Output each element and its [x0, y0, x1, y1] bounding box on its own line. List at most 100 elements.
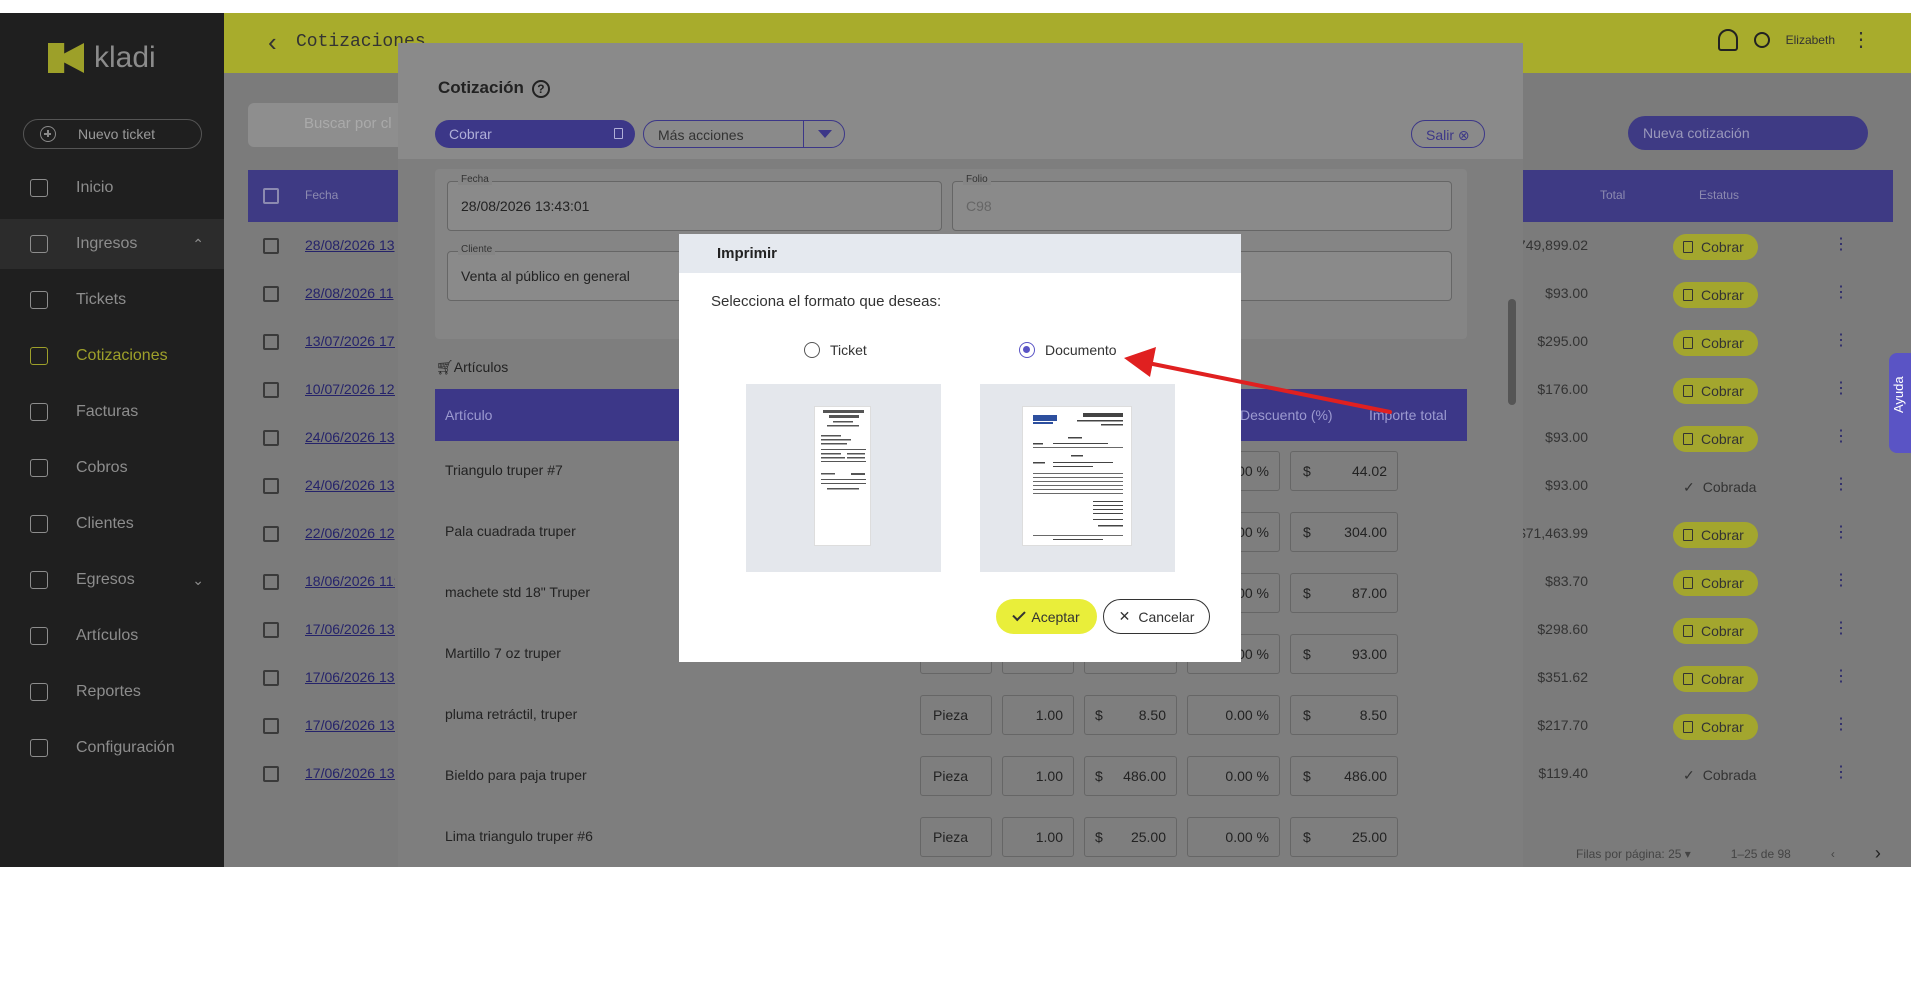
- row-checkbox[interactable]: [263, 334, 279, 350]
- row-menu-kebab-icon[interactable]: ⋮: [1833, 282, 1849, 302]
- status-badge[interactable]: ✓ Cobrada: [1673, 474, 1770, 500]
- row-date-link[interactable]: 22/06/2026 12: [305, 525, 395, 541]
- row-menu-kebab-icon[interactable]: ⋮: [1833, 618, 1849, 638]
- bell-icon[interactable]: [1717, 29, 1738, 51]
- row-checkbox[interactable]: [263, 622, 279, 638]
- row-date-link[interactable]: 24/06/2026 13: [305, 429, 395, 445]
- fecha-field[interactable]: Fecha 28/08/2026 13:43:01: [447, 174, 942, 231]
- total-input[interactable]: $93.00: [1290, 634, 1398, 674]
- row-checkbox[interactable]: [263, 238, 279, 254]
- sidebar-item-egresos[interactable]: Egresos ⌄: [0, 555, 224, 605]
- row-checkbox[interactable]: [263, 574, 279, 590]
- unit-select[interactable]: Pieza: [920, 817, 992, 857]
- sidebar-item-clientes[interactable]: Clientes: [0, 499, 224, 549]
- ticket-radio[interactable]: [804, 342, 820, 358]
- row-date-link[interactable]: 17/06/2026 13:: [305, 717, 395, 733]
- sidebar-item-articulos[interactable]: Artículos: [0, 611, 224, 661]
- row-menu-kebab-icon[interactable]: ⋮: [1833, 330, 1849, 350]
- sidebar-item-reportes[interactable]: Reportes: [0, 667, 224, 717]
- row-date-link[interactable]: 18/06/2026 11:: [305, 573, 395, 589]
- price-input[interactable]: $486.00: [1084, 756, 1177, 796]
- row-date-link[interactable]: 17/06/2026 13:: [305, 669, 395, 685]
- back-arrow-icon[interactable]: ‹: [268, 27, 277, 58]
- total-input[interactable]: $486.00: [1290, 756, 1398, 796]
- status-badge[interactable]: ✓ Cobrada: [1673, 762, 1770, 788]
- rows-per-page-select[interactable]: 25: [1668, 847, 1681, 861]
- row-menu-kebab-icon[interactable]: ⋮: [1833, 714, 1849, 734]
- status-badge[interactable]: Cobrar: [1673, 522, 1758, 548]
- discount-input[interactable]: 0.00 %: [1187, 695, 1280, 735]
- quote-scrollbar[interactable]: [1506, 283, 1518, 867]
- total-input[interactable]: $25.00: [1290, 817, 1398, 857]
- accept-button[interactable]: Aceptar: [996, 599, 1097, 634]
- row-date-link[interactable]: 10/07/2026 12:: [305, 381, 395, 397]
- row-date-link[interactable]: 28/08/2026 11: [305, 285, 395, 301]
- search-input[interactable]: Buscar por cl: [248, 103, 408, 147]
- more-actions-button[interactable]: Más acciones: [643, 120, 845, 148]
- price-input[interactable]: $8.50: [1084, 695, 1177, 735]
- row-menu-kebab-icon[interactable]: ⋮: [1833, 234, 1849, 254]
- row-date-link[interactable]: 13/07/2026 17:: [305, 333, 395, 349]
- row-menu-kebab-icon[interactable]: ⋮: [1833, 762, 1849, 782]
- header-fecha[interactable]: Fecha: [305, 188, 338, 202]
- row-checkbox[interactable]: [263, 286, 279, 302]
- row-checkbox[interactable]: [263, 478, 279, 494]
- row-menu-kebab-icon[interactable]: ⋮: [1833, 666, 1849, 686]
- row-checkbox[interactable]: [263, 718, 279, 734]
- status-badge[interactable]: Cobrar: [1673, 282, 1758, 308]
- total-input[interactable]: $44.02: [1290, 451, 1398, 491]
- brand-logo[interactable]: kladi: [48, 41, 156, 75]
- unit-select[interactable]: Pieza: [920, 756, 992, 796]
- sidebar-item-tickets[interactable]: Tickets: [0, 275, 224, 325]
- row-checkbox[interactable]: [263, 430, 279, 446]
- header-total[interactable]: Total: [1600, 188, 1625, 202]
- ticket-option[interactable]: Ticket: [804, 342, 867, 358]
- sidebar-item-cobros[interactable]: Cobros: [0, 443, 224, 493]
- qty-input[interactable]: 1.00: [1002, 817, 1074, 857]
- chevron-up-icon[interactable]: ⌃: [192, 236, 204, 253]
- new-quote-button[interactable]: Nueva cotización: [1628, 116, 1868, 150]
- ticket-preview[interactable]: [746, 384, 941, 572]
- documento-option[interactable]: Documento: [1019, 342, 1117, 358]
- next-page-icon[interactable]: ›: [1875, 843, 1881, 864]
- chevron-down-icon[interactable]: [818, 130, 832, 138]
- help-tab[interactable]: Ayuda: [1889, 353, 1911, 453]
- new-ticket-button[interactable]: Nuevo ticket: [23, 119, 202, 149]
- sidebar-item-configuracion[interactable]: Configuración: [0, 723, 224, 773]
- documento-radio[interactable]: [1019, 342, 1035, 358]
- sidebar-item-facturas[interactable]: Facturas: [0, 387, 224, 437]
- header-estatus[interactable]: Estatus: [1699, 188, 1739, 202]
- user-name[interactable]: Elizabeth: [1786, 33, 1835, 47]
- row-checkbox[interactable]: [263, 382, 279, 398]
- row-date-link[interactable]: 28/08/2026 13: [305, 237, 395, 253]
- total-input[interactable]: $304.00: [1290, 512, 1398, 552]
- status-badge[interactable]: Cobrar: [1673, 570, 1758, 596]
- status-badge[interactable]: Cobrar: [1673, 666, 1758, 692]
- sidebar-item-cotizaciones[interactable]: Cotizaciones: [0, 331, 224, 381]
- row-date-link[interactable]: 24/06/2026 13: [305, 477, 395, 493]
- price-input[interactable]: $25.00: [1084, 817, 1177, 857]
- row-menu-kebab-icon[interactable]: ⋮: [1833, 378, 1849, 398]
- status-badge[interactable]: Cobrar: [1673, 378, 1758, 404]
- cobrar-button[interactable]: Cobrar: [435, 120, 635, 148]
- status-badge[interactable]: Cobrar: [1673, 330, 1758, 356]
- row-menu-kebab-icon[interactable]: ⋮: [1833, 570, 1849, 590]
- sidebar-item-inicio[interactable]: Inicio: [0, 163, 224, 213]
- row-menu-kebab-icon[interactable]: ⋮: [1833, 522, 1849, 542]
- row-date-link[interactable]: 17/06/2026 13:: [305, 765, 395, 781]
- row-checkbox[interactable]: [263, 526, 279, 542]
- row-checkbox[interactable]: [263, 670, 279, 686]
- select-all-checkbox[interactable]: [263, 188, 279, 204]
- qty-input[interactable]: 1.00: [1002, 695, 1074, 735]
- row-menu-kebab-icon[interactable]: ⋮: [1833, 426, 1849, 446]
- help-icon[interactable]: ?: [531, 79, 550, 98]
- row-date-link[interactable]: 17/06/2026 13:: [305, 621, 395, 637]
- discount-input[interactable]: 0.00 %: [1187, 817, 1280, 857]
- row-menu-kebab-icon[interactable]: ⋮: [1833, 474, 1849, 494]
- qty-input[interactable]: 1.00: [1002, 756, 1074, 796]
- status-badge[interactable]: Cobrar: [1673, 426, 1758, 452]
- total-input[interactable]: $87.00: [1290, 573, 1398, 613]
- status-badge[interactable]: Cobrar: [1673, 714, 1758, 740]
- status-badge[interactable]: Cobrar: [1673, 618, 1758, 644]
- user-icon[interactable]: [1753, 32, 1770, 48]
